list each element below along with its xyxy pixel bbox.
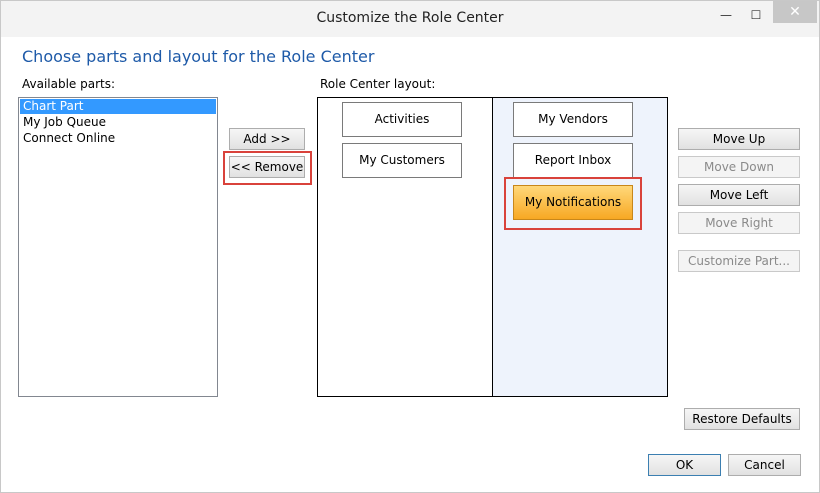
- list-item[interactable]: Chart Part: [20, 99, 216, 114]
- minimize-icon[interactable]: —: [713, 5, 739, 25]
- available-parts-list[interactable]: Chart Part My Job Queue Connect Online: [18, 97, 218, 397]
- move-right-button[interactable]: Move Right: [678, 212, 800, 234]
- cancel-button[interactable]: Cancel: [728, 454, 801, 476]
- close-icon[interactable]: ✕: [773, 1, 817, 23]
- part-my-notifications[interactable]: My Notifications: [513, 185, 633, 220]
- list-item[interactable]: Connect Online: [20, 131, 216, 146]
- move-up-button[interactable]: Move Up: [678, 128, 800, 150]
- customize-role-center-dialog: Customize the Role Center — ☐ ✕ Choose p…: [0, 0, 820, 493]
- role-center-layout-label: Role Center layout:: [320, 77, 436, 91]
- move-left-button[interactable]: Move Left: [678, 184, 800, 206]
- ok-button[interactable]: OK: [648, 454, 721, 476]
- part-activities[interactable]: Activities: [342, 102, 462, 137]
- remove-button[interactable]: << Remove: [229, 156, 305, 178]
- role-center-layout: Activities My Customers My Vendors Repor…: [317, 97, 668, 397]
- customize-part-button[interactable]: Customize Part...: [678, 250, 800, 272]
- available-parts-label: Available parts:: [22, 77, 116, 91]
- maximize-icon[interactable]: ☐: [743, 5, 769, 25]
- layout-column-2: My Vendors Report Inbox: [492, 98, 667, 396]
- window-title: Customize the Role Center: [316, 10, 504, 26]
- list-item[interactable]: My Job Queue: [20, 115, 216, 130]
- part-my-customers[interactable]: My Customers: [342, 143, 462, 178]
- title-bar: Customize the Role Center — ☐ ✕: [1, 1, 819, 37]
- add-button[interactable]: Add >>: [229, 128, 305, 150]
- page-heading: Choose parts and layout for the Role Cen…: [22, 47, 375, 66]
- restore-defaults-button[interactable]: Restore Defaults: [684, 408, 800, 430]
- move-down-button[interactable]: Move Down: [678, 156, 800, 178]
- part-my-vendors[interactable]: My Vendors: [513, 102, 633, 137]
- part-report-inbox[interactable]: Report Inbox: [513, 143, 633, 178]
